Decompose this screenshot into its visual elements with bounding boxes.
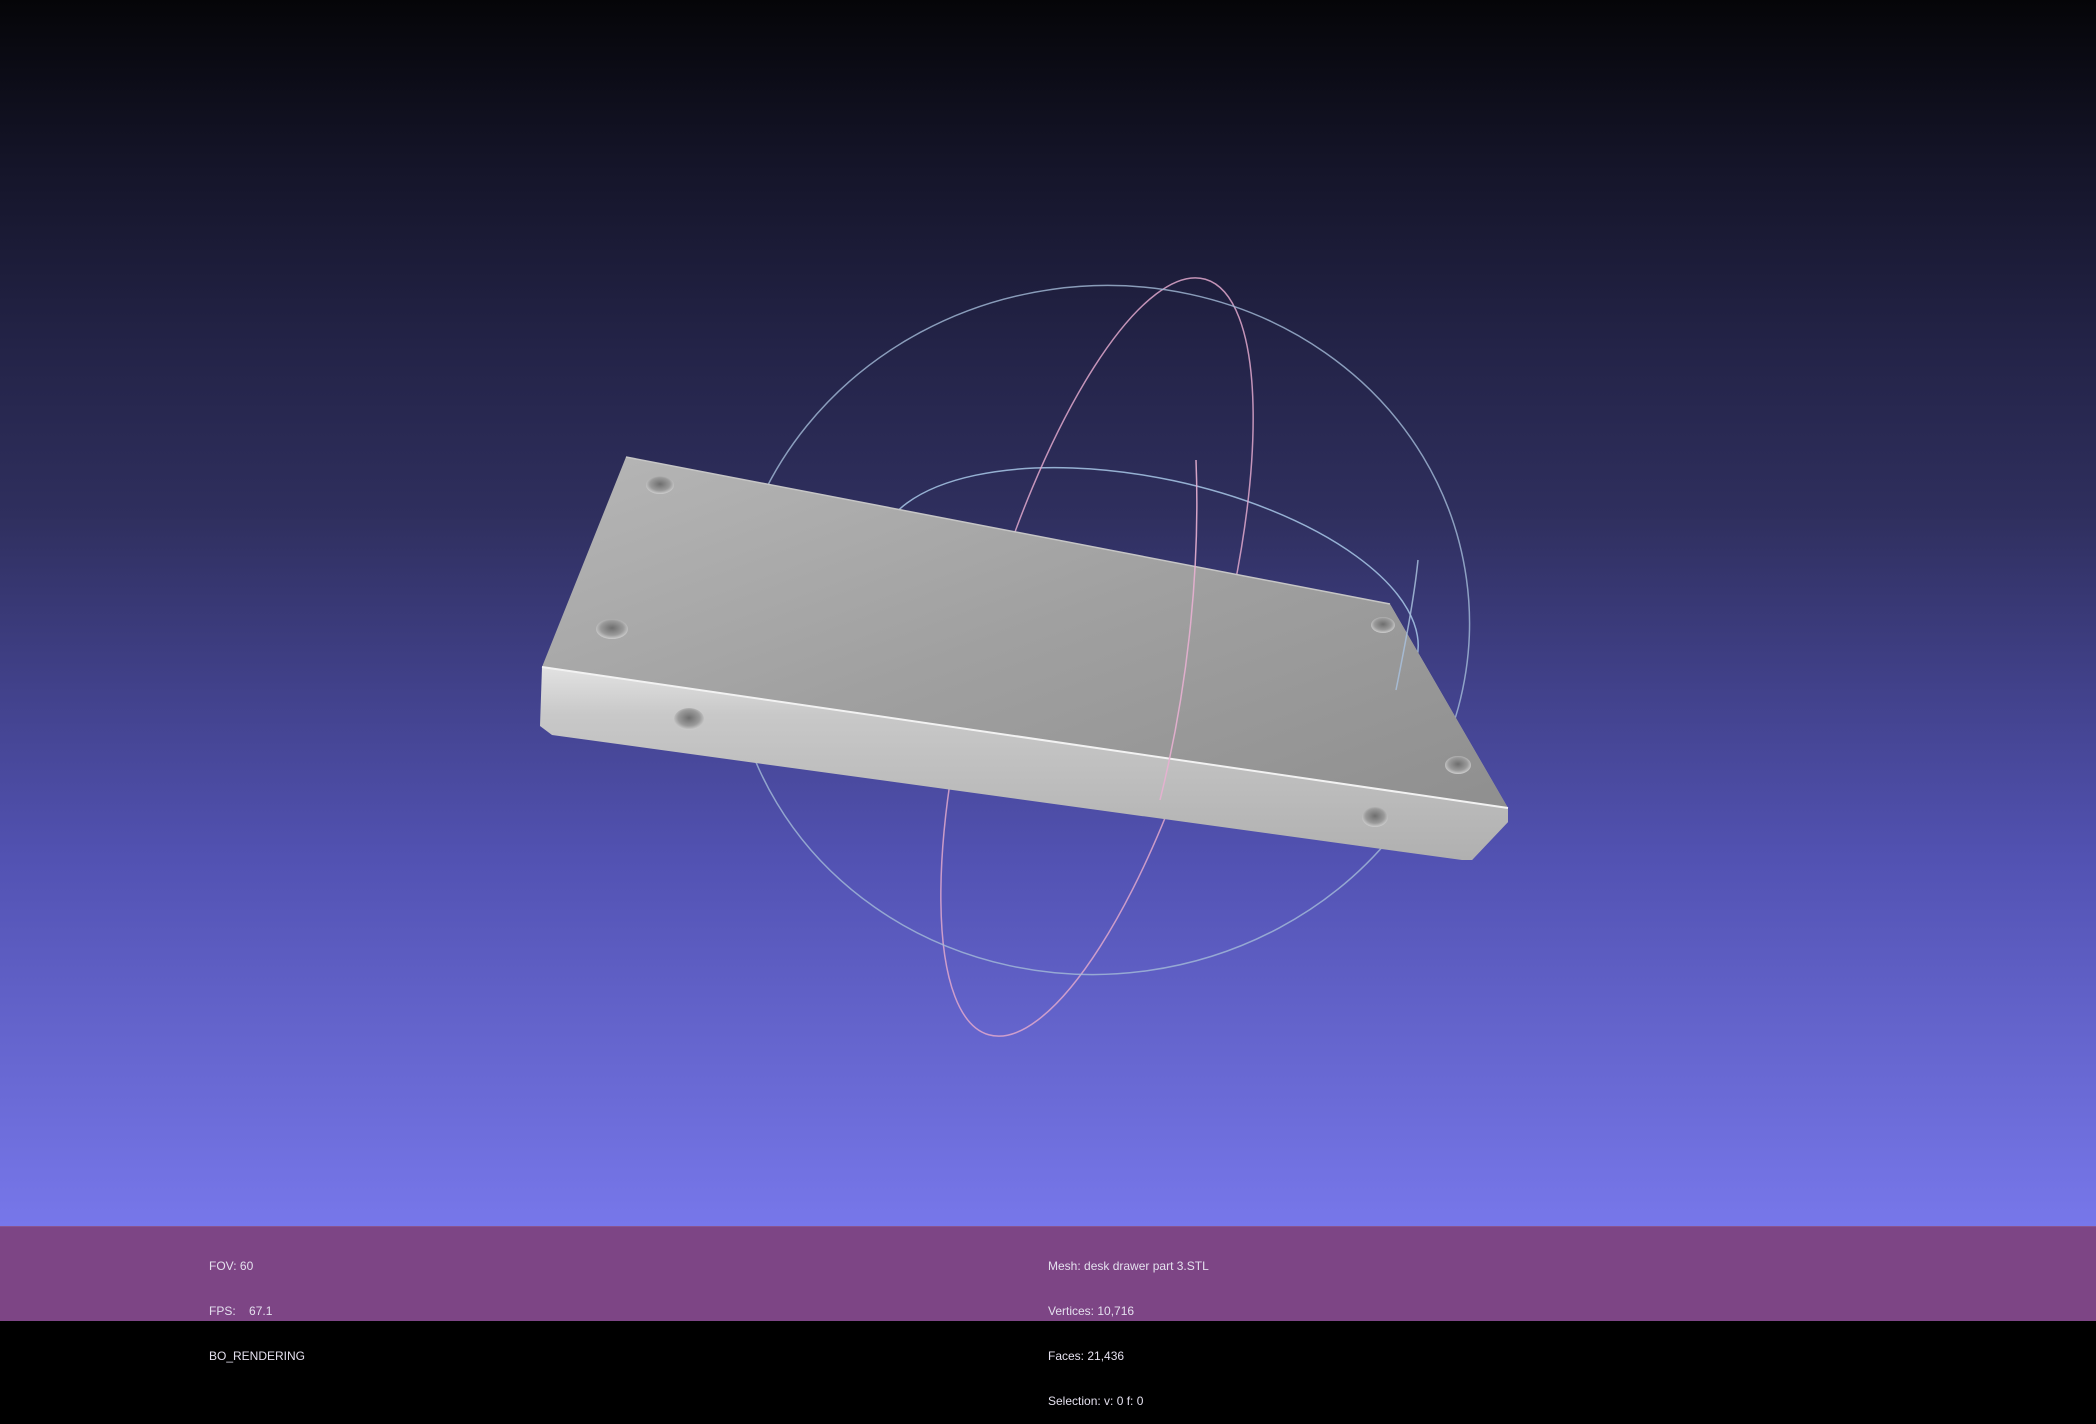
selection-readout: Selection: v: 0 f: 0: [1048, 1394, 1209, 1409]
faces-readout: Faces: 21,436: [1048, 1349, 1209, 1364]
faces-label: Faces:: [1048, 1349, 1085, 1363]
mesh-hole: [1371, 617, 1395, 633]
fps-label: FPS:: [209, 1304, 236, 1318]
mesh-hole: [1445, 756, 1471, 774]
scene-canvas[interactable]: [0, 0, 2096, 1226]
fps-value: 67.1: [249, 1304, 273, 1318]
vertices-value: 10,716: [1097, 1304, 1135, 1318]
mesh-name: desk drawer part 3.STL: [1084, 1259, 1209, 1273]
mesh-label: Mesh:: [1048, 1259, 1081, 1273]
selection-value: v: 0 f: 0: [1104, 1394, 1144, 1408]
vertices-label: Vertices:: [1048, 1304, 1095, 1318]
mesh-model[interactable]: [540, 456, 1509, 860]
fov-readout: FOV: 60: [209, 1259, 305, 1274]
mesh-hole: [596, 619, 628, 639]
fov-label: FOV:: [209, 1259, 237, 1273]
mesh-name-readout: Mesh: desk drawer part 3.STL: [1048, 1259, 1209, 1274]
faces-value: 21,436: [1087, 1349, 1125, 1363]
vertices-readout: Vertices: 10,716: [1048, 1304, 1209, 1319]
fps-readout: FPS: 67.1: [209, 1304, 305, 1319]
render-mode: BO_RENDERING: [209, 1349, 306, 1363]
mesh-hole: [646, 476, 674, 494]
render-info-panel: FOV: 60 FPS: 67.1 BO_RENDERING: [209, 1229, 305, 1379]
mesh-hole: [1362, 807, 1388, 827]
mesh-hole: [674, 708, 704, 730]
mesh-info-panel: Mesh: desk drawer part 3.STL Vertices: 1…: [1048, 1229, 1209, 1424]
3d-viewport[interactable]: [0, 0, 2096, 1226]
fov-value: 60: [239, 1259, 254, 1273]
selection-label: Selection:: [1048, 1394, 1101, 1408]
